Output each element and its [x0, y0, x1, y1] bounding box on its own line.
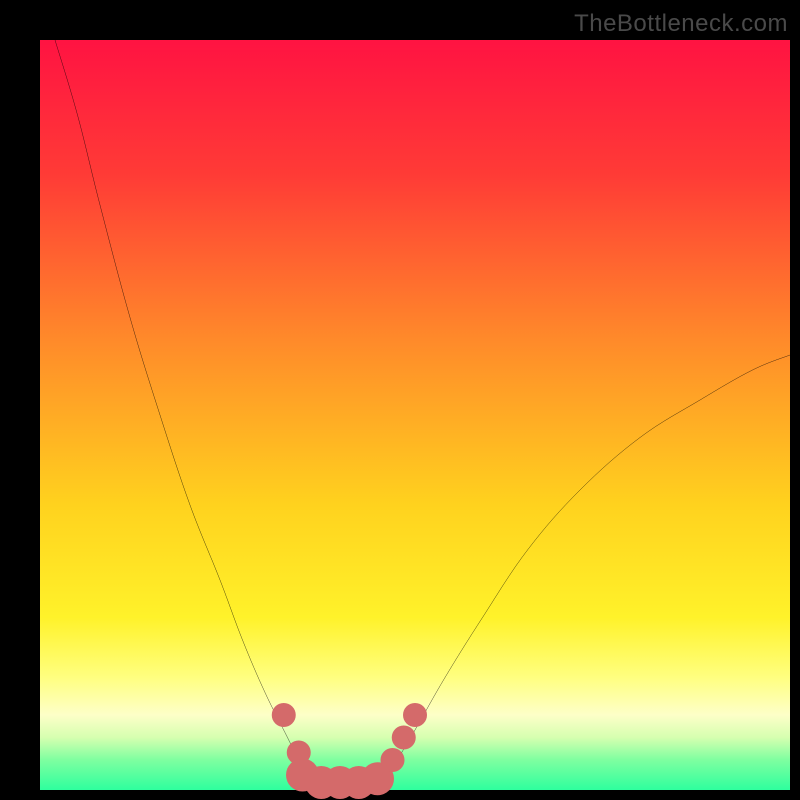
watermark-label: TheBottleneck.com: [574, 10, 788, 38]
plot-area: [40, 40, 790, 790]
curves-layer: [40, 40, 790, 790]
chart-root: TheBottleneck.com: [0, 0, 800, 800]
left-curve: [55, 40, 318, 790]
marker-dot: [381, 748, 405, 772]
marker-group: [272, 703, 427, 799]
marker-dot: [272, 703, 296, 727]
marker-dot: [403, 703, 427, 727]
marker-dot: [392, 726, 416, 750]
right-curve: [378, 355, 791, 790]
